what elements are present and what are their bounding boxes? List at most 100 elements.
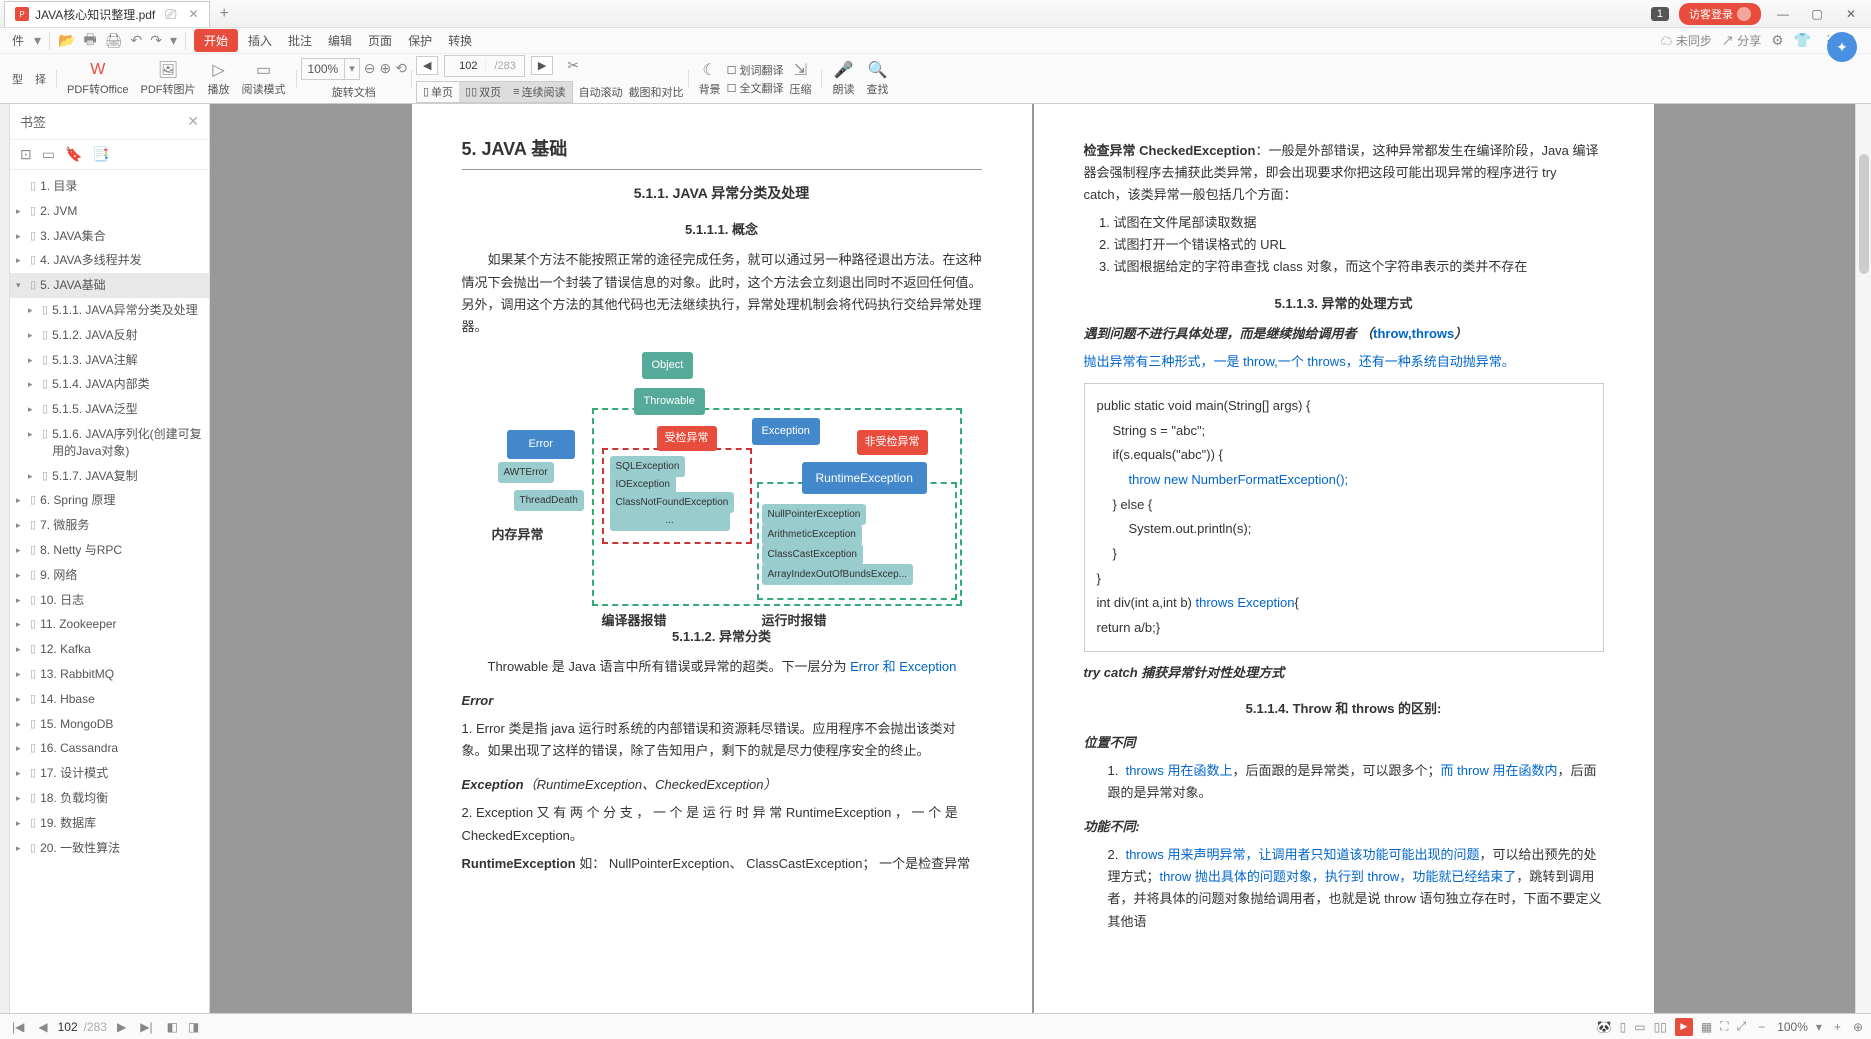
tab-close-icon[interactable]: ✕ bbox=[188, 7, 198, 21]
tree-arrow-icon[interactable]: ▸ bbox=[16, 641, 26, 656]
first-page-button[interactable]: |◀ bbox=[8, 1020, 28, 1034]
maximize-button[interactable]: ▢ bbox=[1805, 7, 1829, 21]
last-page-button[interactable]: ▶| bbox=[136, 1020, 156, 1034]
tree-arrow-icon[interactable]: ▸ bbox=[16, 691, 26, 706]
dropdown-icon[interactable]: ▾ bbox=[34, 32, 41, 49]
play-status-icon[interactable]: ▶ bbox=[1675, 1018, 1693, 1036]
view-double[interactable]: ▯▯ 双页 bbox=[459, 82, 507, 102]
tree-arrow-icon[interactable]: ▸ bbox=[16, 790, 26, 805]
tree-arrow-icon[interactable]: ▸ bbox=[16, 203, 26, 218]
tree-arrow-icon[interactable]: ▸ bbox=[16, 542, 26, 557]
next-page-button[interactable]: ▶ bbox=[113, 1020, 130, 1034]
bookmark-item-24[interactable]: ▸▯18. 负载均衡 bbox=[10, 786, 209, 811]
new-tab-button[interactable]: + bbox=[220, 5, 229, 23]
tree-arrow-icon[interactable]: ▸ bbox=[16, 666, 26, 681]
tool-play[interactable]: ▷播放 bbox=[202, 61, 236, 97]
zoom-dd-status[interactable]: ▾ bbox=[1816, 1020, 1822, 1034]
bookmark-item-3[interactable]: ▸▯4. JAVA多线程并发 bbox=[10, 248, 209, 273]
dock-right-icon[interactable]: ◨ bbox=[188, 1020, 199, 1034]
tool-bg[interactable]: ☾背景 bbox=[693, 61, 727, 97]
tool-type[interactable]: 型 bbox=[6, 71, 29, 87]
scroll-thumb[interactable] bbox=[1859, 154, 1869, 274]
tree-arrow-icon[interactable]: ▸ bbox=[28, 426, 38, 441]
tree-arrow-icon[interactable]: ▸ bbox=[16, 252, 26, 267]
menu-start[interactable]: 开始 bbox=[194, 29, 238, 52]
menu-file[interactable]: 件 bbox=[6, 30, 30, 51]
tool-pdf2office[interactable]: WPDF转Office bbox=[61, 61, 135, 97]
close-window-button[interactable]: ✕ bbox=[1839, 7, 1863, 21]
bookmark-item-2[interactable]: ▸▯3. JAVA集合 bbox=[10, 224, 209, 249]
collapse-all-icon[interactable]: ▭ bbox=[42, 146, 55, 163]
expand-status-icon[interactable]: ⊕ bbox=[1853, 1020, 1863, 1034]
tree-arrow-icon[interactable]: ▸ bbox=[28, 401, 38, 416]
tree-arrow-icon[interactable]: ▸ bbox=[16, 815, 26, 830]
bookmark-item-9[interactable]: ▸▯5.1.5. JAVA泛型 bbox=[10, 397, 209, 422]
settings-icon[interactable]: ⚙ bbox=[1771, 32, 1784, 49]
bookmark-item-10[interactable]: ▸▯5.1.6. JAVA序列化(创建可复用的Java对象) bbox=[10, 422, 209, 464]
print-icon[interactable]: 🖶 bbox=[83, 29, 96, 53]
bookmark-item-5[interactable]: ▸▯5.1.1. JAVA异常分类及处理 bbox=[10, 298, 209, 323]
menu-annotate[interactable]: 批注 bbox=[282, 30, 318, 51]
zoom-in-status[interactable]: + bbox=[1830, 1020, 1845, 1034]
minimize-button[interactable]: — bbox=[1771, 7, 1795, 21]
menu-protect[interactable]: 保护 bbox=[402, 30, 438, 51]
view3-icon[interactable]: ▯▯ bbox=[1654, 1020, 1667, 1034]
panda-icon[interactable]: 🐼 bbox=[1597, 1020, 1612, 1034]
fullscreen-icon[interactable]: ⤢ bbox=[1737, 1019, 1747, 1034]
restore-icon[interactable]: ⎚ bbox=[165, 6, 176, 23]
bookmark-item-1[interactable]: ▸▯2. JVM bbox=[10, 199, 209, 224]
bookmark-item-11[interactable]: ▸▯5.1.7. JAVA复制 bbox=[10, 464, 209, 489]
tool-pdf2img[interactable]: 🖼PDF转图片 bbox=[135, 61, 202, 97]
view-single[interactable]: ▯ 单页 bbox=[417, 82, 459, 102]
zoom-out-status[interactable]: − bbox=[1754, 1020, 1769, 1034]
tool-find[interactable]: 🔍查找 bbox=[860, 61, 894, 97]
page-input[interactable]: 102/283 bbox=[444, 55, 524, 77]
login-button[interactable]: 访客登录 bbox=[1679, 3, 1761, 25]
open-icon[interactable]: 📂 bbox=[58, 32, 75, 49]
bookmark-item-4[interactable]: ▾▯5. JAVA基础 bbox=[10, 273, 209, 298]
bookmark-item-17[interactable]: ▸▯11. Zookeeper bbox=[10, 612, 209, 637]
tool-readmode[interactable]: ▭阅读模式 bbox=[236, 61, 292, 97]
page-prev-button[interactable]: ◀ bbox=[416, 56, 438, 75]
bookmark-item-6[interactable]: ▸▯5.1.2. JAVA反射 bbox=[10, 323, 209, 348]
zoom-in-icon[interactable]: ⊕ bbox=[380, 60, 392, 77]
zoom-out-icon[interactable]: ⊖ bbox=[364, 60, 376, 77]
add-bookmark-icon[interactable]: 🔖 bbox=[65, 146, 82, 163]
bookmark-item-26[interactable]: ▸▯20. 一致性算法 bbox=[10, 836, 209, 861]
share-button[interactable]: ↗ 分享 bbox=[1722, 32, 1761, 49]
fit-icon[interactable]: ⛶ bbox=[1720, 1019, 1728, 1034]
tree-arrow-icon[interactable]: ▸ bbox=[16, 492, 26, 507]
bookmark-item-19[interactable]: ▸▯13. RabbitMQ bbox=[10, 662, 209, 687]
tree-arrow-icon[interactable]: ▸ bbox=[28, 376, 38, 391]
document-area[interactable]: 5. JAVA 基础 5.1.1. JAVA 异常分类及处理 5.1.1.1. … bbox=[210, 104, 1855, 1013]
bookmark-item-12[interactable]: ▸▯6. Spring 原理 bbox=[10, 488, 209, 513]
bookmark-item-22[interactable]: ▸▯16. Cassandra bbox=[10, 736, 209, 761]
document-tab[interactable]: P JAVA核心知识整理.pdf ⎚ ✕ bbox=[4, 1, 210, 27]
bookmark-item-23[interactable]: ▸▯17. 设计模式 bbox=[10, 761, 209, 786]
trans-selection[interactable]: ☐ 划词翻译 bbox=[727, 62, 784, 78]
bookmark-item-16[interactable]: ▸▯10. 日志 bbox=[10, 588, 209, 613]
bookmark-item-15[interactable]: ▸▯9. 网络 bbox=[10, 563, 209, 588]
redo-dd-icon[interactable]: ▾ bbox=[170, 32, 177, 49]
skin-icon[interactable]: 👕 bbox=[1794, 32, 1811, 49]
tree-arrow-icon[interactable]: ▸ bbox=[28, 468, 38, 483]
tree-arrow-icon[interactable]: ▾ bbox=[16, 277, 26, 292]
autoscroll-label[interactable]: 自动滚动 bbox=[579, 84, 623, 100]
menu-insert[interactable]: 插入 bbox=[242, 30, 278, 51]
view2-icon[interactable]: ▭ bbox=[1634, 1020, 1645, 1034]
page-next-button[interactable]: ▶ bbox=[531, 56, 553, 75]
tree-arrow-icon[interactable]: ▸ bbox=[16, 517, 26, 532]
menu-convert[interactable]: 转换 bbox=[442, 30, 478, 51]
bookmark-item-13[interactable]: ▸▯7. 微服务 bbox=[10, 513, 209, 538]
menu-edit[interactable]: 编辑 bbox=[322, 30, 358, 51]
bookmark-item-21[interactable]: ▸▯15. MongoDB bbox=[10, 712, 209, 737]
bookmark-item-8[interactable]: ▸▯5.1.4. JAVA内部类 bbox=[10, 372, 209, 397]
tree-arrow-icon[interactable] bbox=[16, 178, 26, 180]
bookmark-item-18[interactable]: ▸▯12. Kafka bbox=[10, 637, 209, 662]
bookmark-item-25[interactable]: ▸▯19. 数据库 bbox=[10, 811, 209, 836]
right-scrollbar[interactable] bbox=[1855, 104, 1871, 1013]
dock-left-icon[interactable]: ◧ bbox=[167, 1020, 178, 1034]
bookmark-item-14[interactable]: ▸▯8. Netty 与RPC bbox=[10, 538, 209, 563]
redo-icon[interactable]: ↷ bbox=[150, 32, 162, 49]
menu-page[interactable]: 页面 bbox=[362, 30, 398, 51]
